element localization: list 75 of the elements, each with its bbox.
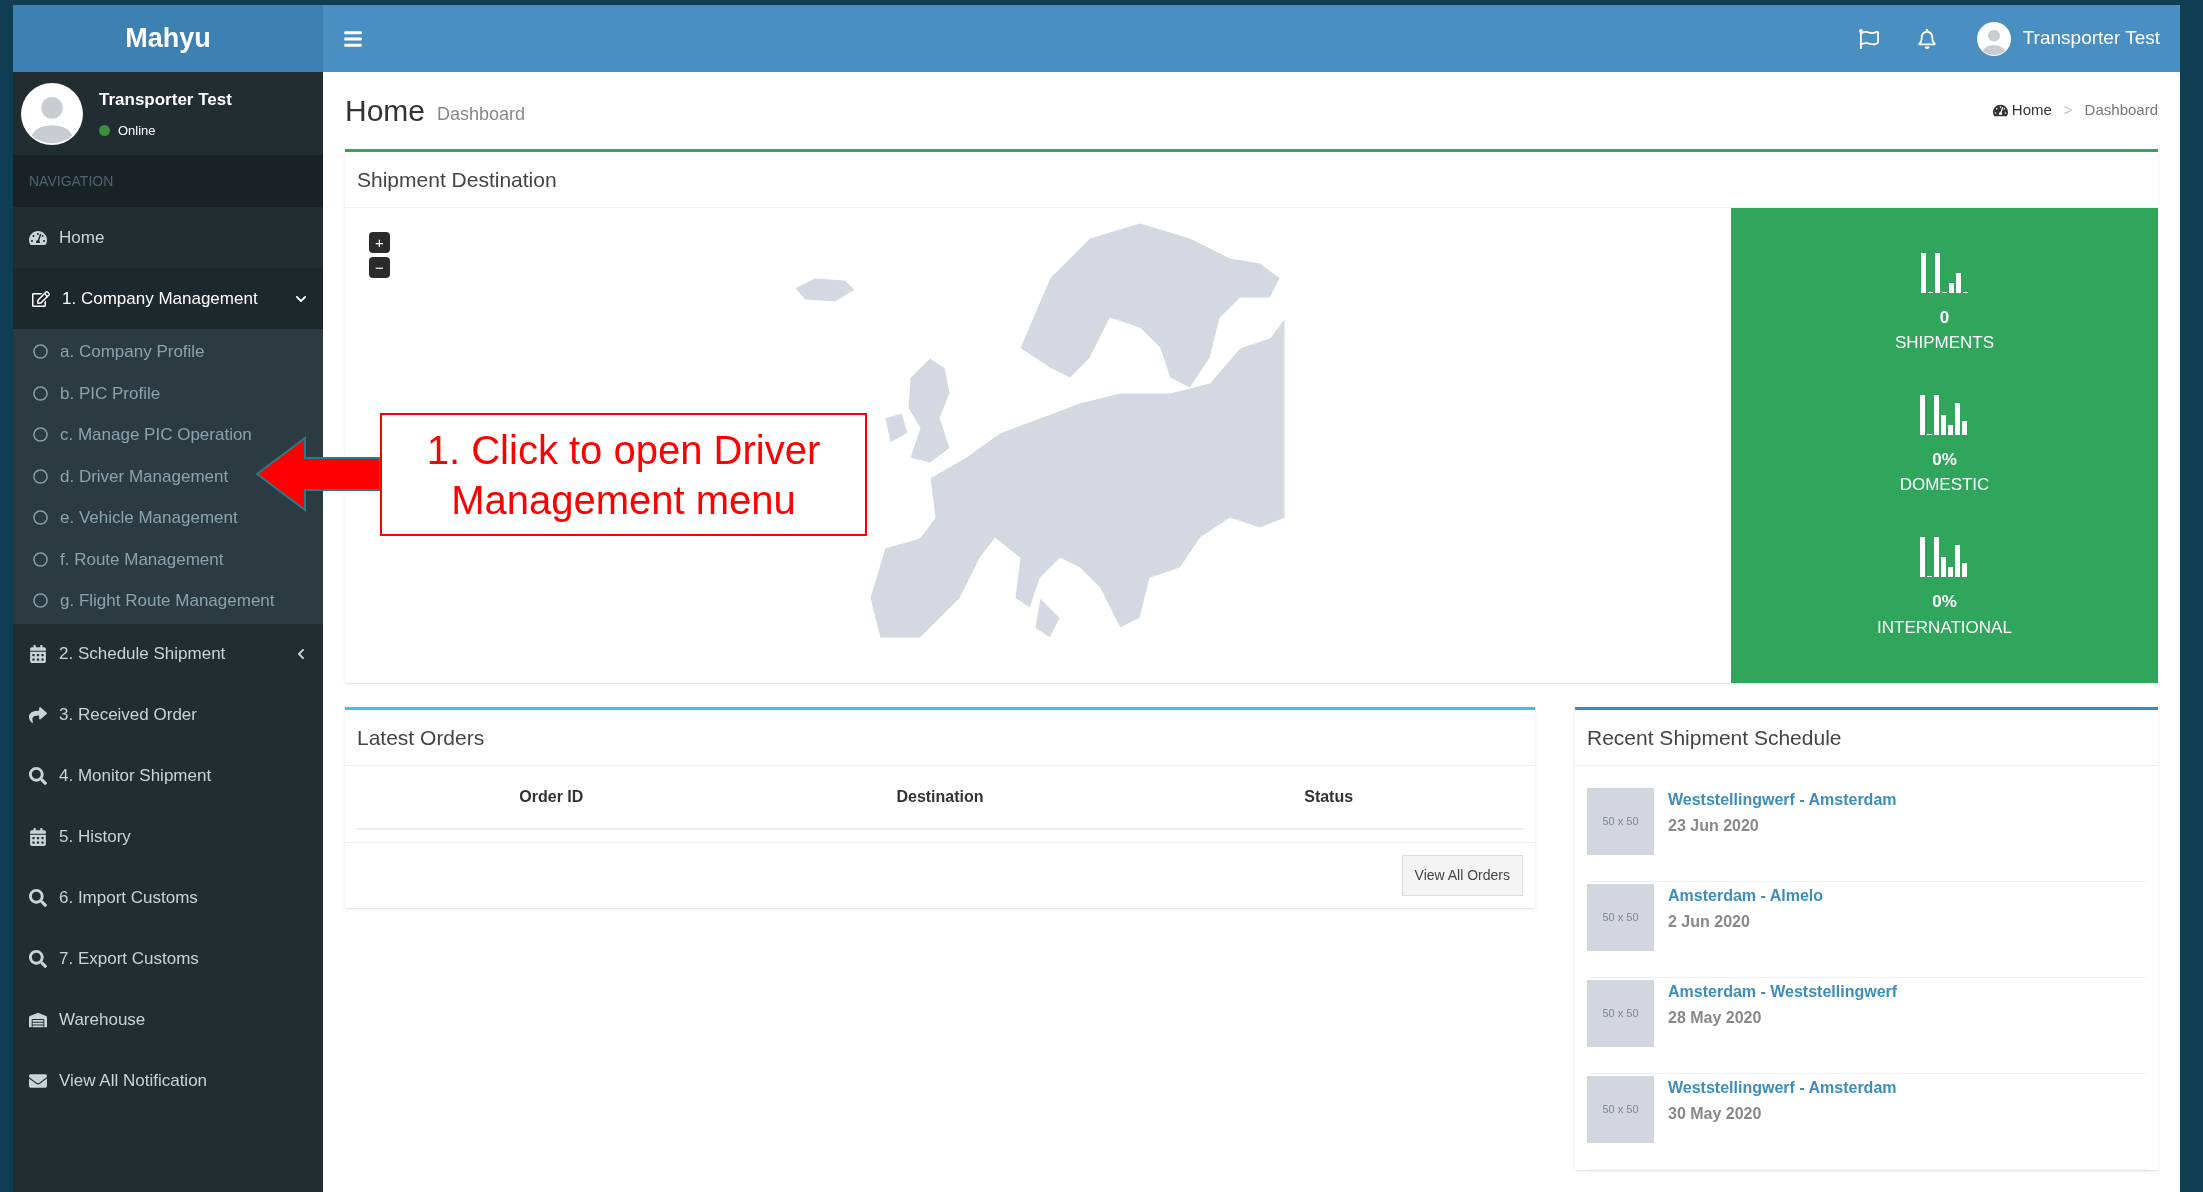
bar-chart-icon (1920, 393, 1969, 435)
route-link[interactable]: Weststellingwerf - Amsterdam (1668, 1076, 1897, 1100)
menu-item-icon (29, 228, 47, 247)
column-header: Status (1303, 787, 1355, 807)
sidebar-item[interactable]: 6. Import Customs (13, 867, 323, 929)
submenu-item[interactable]: e. Vehicle Management (13, 497, 258, 539)
sidebar-item[interactable]: 4. Monitor Shipment (13, 745, 323, 807)
sidebar-item[interactable]: Warehouse (13, 989, 323, 1051)
status-text: Online (118, 121, 156, 140)
sidebar-item[interactable]: Home (13, 207, 323, 268)
user-name[interactable]: Transporter Test (2022, 24, 2160, 53)
zoom-out-button[interactable]: − (369, 257, 390, 278)
view-all-orders-button[interactable]: View All Orders (1401, 855, 1523, 896)
sidebar-item[interactable]: 5. History (13, 806, 323, 868)
avatar-icon (21, 82, 83, 145)
flag-icon[interactable] (1858, 28, 1879, 49)
bar-chart-icon (1920, 535, 1969, 578)
page-subtitle: Dashboard (437, 103, 526, 126)
breadcrumb-link[interactable]: Home (2011, 99, 2052, 122)
placeholder-label: 50 x 50 (1602, 1006, 1639, 1022)
submenu-item[interactable]: c. Manage PIC Operation (13, 414, 272, 456)
avatar-icon (1976, 21, 2011, 56)
stat-label: SHIPMENTS (1894, 332, 1995, 355)
notifications-icon[interactable] (1916, 28, 1937, 49)
stat-value: 0 (1939, 306, 1950, 329)
stat-label: INTERNATIONAL (1877, 616, 2012, 639)
column-header: Destination (895, 787, 985, 807)
breadcrumb-separator: > (2063, 100, 2073, 121)
stat-label: DOMESTIC (1899, 474, 1990, 497)
page-title: Home (345, 93, 426, 129)
route-link[interactable]: Weststellingwerf - Amsterdam (1668, 788, 1897, 812)
stat-value: 0% (1932, 591, 1957, 614)
panel-title: Latest Orders (357, 724, 485, 751)
zoom-in-button[interactable]: + (369, 232, 390, 253)
sidebar-item[interactable]: 7. Export Customs (13, 928, 323, 990)
schedule-date: 28 May 2020 (1668, 1008, 1763, 1028)
schedule-date: 2 Jun 2020 (1668, 912, 1751, 932)
user-name: Transporter Test (99, 89, 232, 111)
menu-item-icon (29, 828, 47, 846)
sidebar-item[interactable]: 1. Company Management (13, 268, 323, 329)
sidebar-item[interactable]: 2. Schedule Shipment (13, 623, 323, 685)
menu-item-icon (29, 1011, 47, 1029)
menu-item-icon (29, 1072, 47, 1090)
panel-title: Recent Shipment Schedule (1587, 724, 1842, 751)
column-header: Order ID (518, 787, 585, 807)
brand-logo[interactable]: Mahyu (13, 5, 323, 72)
menu-item-icon (29, 889, 47, 907)
menu-item-icon (32, 289, 50, 308)
annotation-callout: 1. Click to open Driver Management menu (380, 413, 867, 536)
route-link[interactable]: Amsterdam - Almelo (1668, 884, 1823, 908)
placeholder-label: 50 x 50 (1602, 1102, 1639, 1118)
menu-item-icon (29, 767, 47, 785)
menu-icon[interactable] (343, 28, 363, 49)
route-link[interactable]: Amsterdam - Weststellingwerf (1668, 980, 1898, 1004)
menu-item-icon (29, 706, 47, 724)
schedule-date: 23 Jun 2020 (1668, 816, 1760, 836)
menu-item-icon (29, 950, 47, 968)
schedule-date: 30 May 2020 (1668, 1104, 1763, 1124)
dashboard-icon (1992, 103, 2008, 118)
bar-chart-icon (1920, 250, 1969, 293)
submenu-item[interactable]: d. Driver Management (13, 455, 249, 497)
submenu-item[interactable]: g. Flight Route Management (13, 580, 295, 622)
stat-value: 0% (1932, 449, 1957, 471)
submenu-item[interactable]: f. Route Management (13, 538, 244, 580)
breadcrumb-current: Dashboard (2084, 100, 2158, 121)
panel-title: Shipment Destination (357, 166, 557, 193)
menu-item-icon (29, 645, 47, 663)
sidebar-item[interactable]: 3. Received Order (13, 684, 323, 746)
submenu-item[interactable]: b. PIC Profile (13, 372, 181, 414)
nav-header: NAVIGATION (29, 171, 114, 191)
placeholder-label: 50 x 50 (1602, 814, 1639, 830)
chevron-left-icon (295, 648, 307, 660)
placeholder-label: 50 x 50 (1602, 910, 1639, 926)
sidebar-item[interactable]: View All Notification (13, 1050, 323, 1112)
submenu-item[interactable]: a. Company Profile (13, 331, 225, 373)
